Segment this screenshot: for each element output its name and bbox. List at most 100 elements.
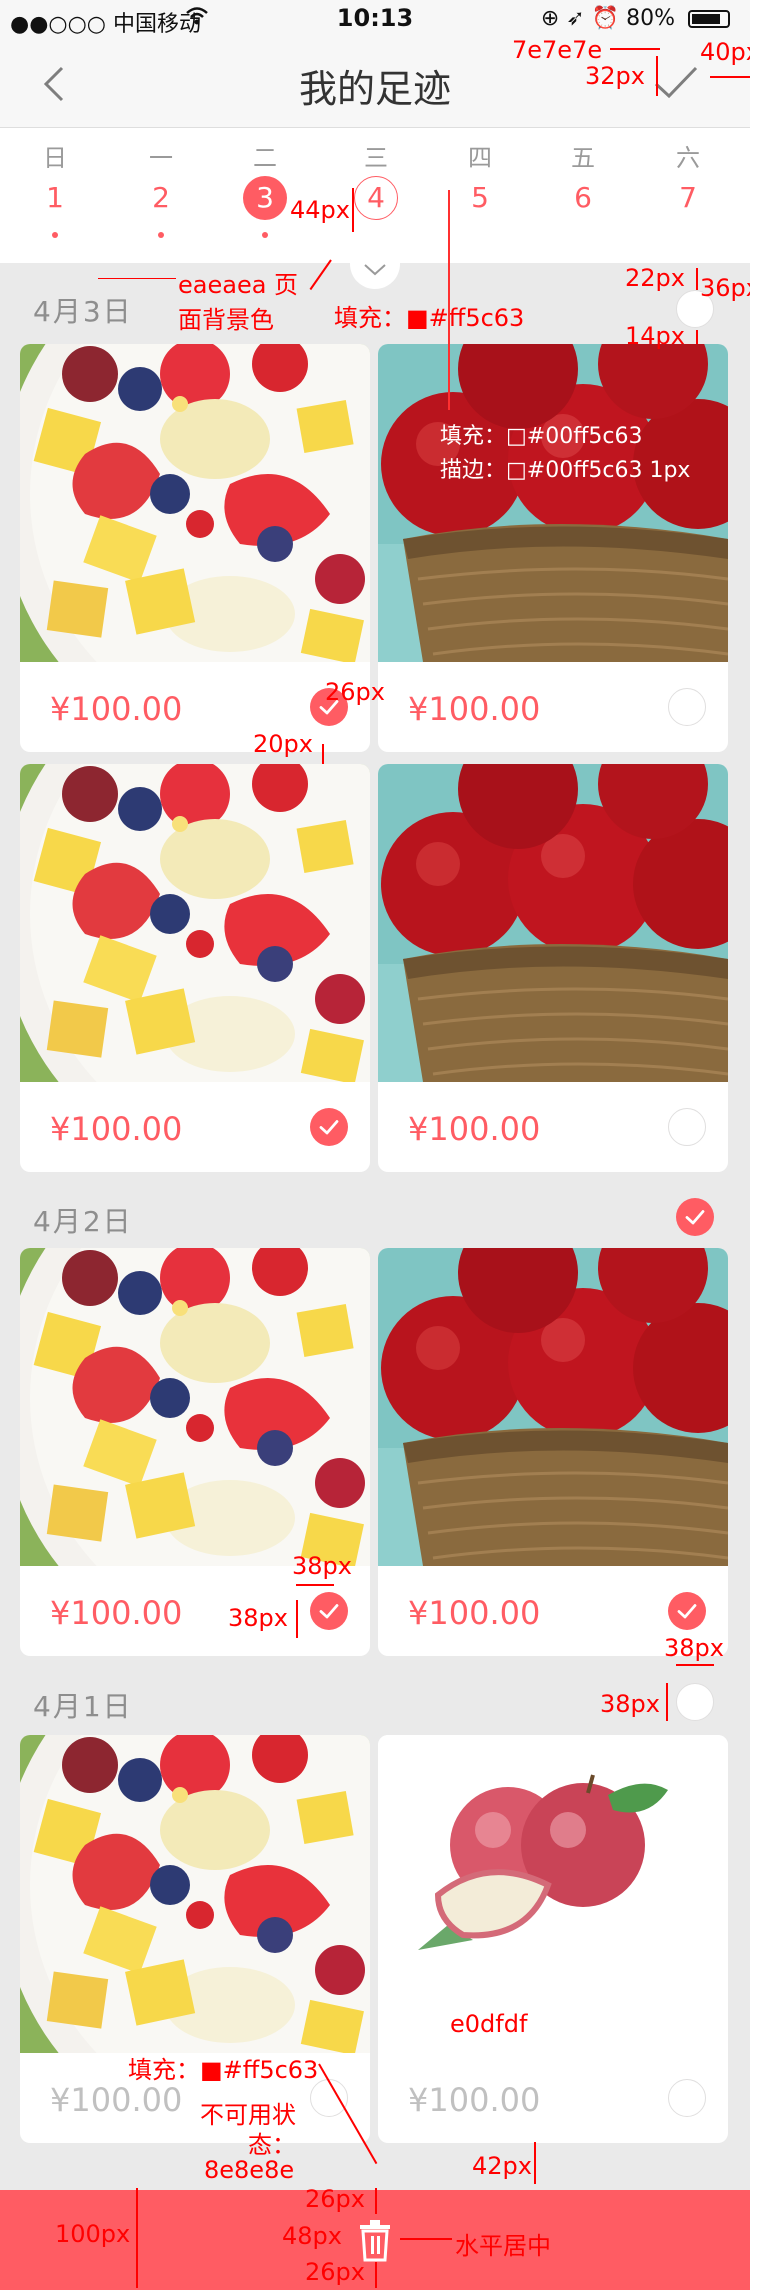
date-label: 5 bbox=[471, 181, 489, 214]
annotation-size: 32px bbox=[585, 62, 645, 90]
product-card[interactable]: ¥100.00 bbox=[20, 344, 370, 752]
day-7[interactable]: 六 7 bbox=[658, 138, 718, 220]
date-label: 1 bbox=[46, 181, 64, 214]
weekday-label: 一 bbox=[149, 144, 173, 172]
day-5[interactable]: 四 5 bbox=[450, 138, 510, 220]
annotation-border-color: e0dfdf bbox=[450, 2010, 528, 2038]
annotation-line bbox=[666, 1683, 668, 1721]
date-label: 6 bbox=[574, 181, 592, 214]
annotation-size: 38px bbox=[292, 1552, 352, 1580]
weekday-label: 日 bbox=[43, 144, 67, 172]
annotation-fill-color: 填充：■#ff5c63 bbox=[334, 304, 525, 332]
annotation-size: 40px bbox=[700, 38, 750, 66]
product-price: ¥100.00 bbox=[50, 690, 183, 728]
apple-illustration-image bbox=[378, 1735, 728, 2053]
annotation-line bbox=[696, 330, 698, 344]
date-label: 2 bbox=[152, 181, 170, 214]
apple-basket-image bbox=[378, 344, 728, 662]
product-price: ¥100.00 bbox=[408, 1594, 541, 1632]
annotation-line bbox=[610, 48, 660, 50]
product-card[interactable]: ¥100.00 bbox=[378, 1248, 728, 1656]
fruit-salad-image bbox=[20, 1735, 370, 2053]
annotation-size: 14px bbox=[625, 322, 685, 350]
product-price: ¥100.00 bbox=[50, 1594, 183, 1632]
delete-button[interactable] bbox=[351, 2216, 399, 2264]
weekday-label: 二 bbox=[253, 144, 277, 172]
battery-icon bbox=[688, 10, 730, 28]
annotation-line bbox=[309, 259, 332, 291]
edit-done-button[interactable] bbox=[652, 62, 700, 102]
annotation-line bbox=[534, 2142, 536, 2184]
day-2[interactable]: 一 2 bbox=[131, 138, 191, 238]
annotation-size: 38px bbox=[664, 1634, 724, 1662]
product-price: ¥100.00 bbox=[408, 690, 541, 728]
product-card[interactable]: ¥100.00 bbox=[20, 1248, 370, 1656]
annotation-size: 38px bbox=[600, 1690, 660, 1718]
select-checkbox[interactable] bbox=[668, 1108, 706, 1146]
right-margin bbox=[750, 0, 765, 2290]
week-calendar: 日 1 一 2 二 3 三 4 四 5 五 6 六 7 bbox=[0, 128, 750, 263]
weekday-label: 三 bbox=[364, 144, 388, 172]
annotation-nav-icon-color: 7e7e7e bbox=[512, 36, 603, 64]
battery-percent: 80% bbox=[626, 6, 675, 31]
check-icon bbox=[654, 66, 698, 99]
annotation-line bbox=[448, 190, 450, 410]
annotation-fill-note: 填充：□#00ff5c63 bbox=[440, 424, 643, 449]
annotation-line bbox=[352, 188, 354, 232]
annotation-line bbox=[696, 268, 698, 290]
day-6[interactable]: 五 6 bbox=[553, 138, 613, 220]
section-date-label: 4月3日 bbox=[33, 295, 133, 328]
annotation-line bbox=[400, 2238, 452, 2240]
annotation-size: 26px bbox=[325, 678, 385, 706]
product-price-disabled: ¥100.00 bbox=[50, 2081, 183, 2119]
apple-basket-image bbox=[378, 1248, 728, 1566]
apple-basket-image bbox=[378, 764, 728, 1082]
has-record-dot bbox=[262, 232, 268, 238]
day-4[interactable]: 三 4 bbox=[346, 138, 406, 220]
select-all-day-checkbox[interactable] bbox=[676, 1683, 714, 1721]
annotation-bg-note: eaeaea 页 bbox=[178, 271, 299, 299]
select-all-day-checkbox-checked[interactable] bbox=[676, 1198, 714, 1236]
weekday-label: 五 bbox=[571, 144, 595, 172]
annotation-stroke-note: 描边：□#00ff5c63 1px bbox=[440, 458, 691, 483]
product-card[interactable]: ¥100.00 bbox=[20, 764, 370, 1172]
select-checkbox-checked[interactable] bbox=[310, 1108, 348, 1146]
location-icon: ➶ bbox=[566, 6, 585, 31]
annotation-size: 48px bbox=[282, 2222, 342, 2250]
annotation-line bbox=[98, 278, 176, 279]
annotation-bg-note: 面背景色 bbox=[178, 306, 274, 334]
product-card[interactable]: ¥100.00 bbox=[378, 764, 728, 1172]
annotation-size: 26px bbox=[305, 2258, 365, 2286]
annotation-size: 26px bbox=[305, 2185, 365, 2213]
annotation-line bbox=[656, 56, 658, 96]
section-date-label: 4月2日 bbox=[33, 1205, 133, 1238]
annotation-size: 38px bbox=[228, 1604, 288, 1632]
select-checkbox-checked[interactable] bbox=[668, 1592, 706, 1630]
annotation-size: 100px bbox=[55, 2220, 131, 2248]
weekday-label: 四 bbox=[468, 144, 492, 172]
day-3[interactable]: 二 3 bbox=[235, 138, 295, 238]
check-icon bbox=[668, 1592, 706, 1630]
section-date-label: 4月1日 bbox=[33, 1690, 133, 1723]
annotation-line bbox=[322, 744, 324, 764]
expand-calendar-button[interactable] bbox=[350, 253, 400, 289]
date-label: 7 bbox=[679, 181, 697, 214]
date-label-today: 4 bbox=[354, 176, 398, 220]
annotation-disabled-note: 8e8e8e bbox=[204, 2156, 295, 2184]
annotation-line bbox=[296, 1600, 298, 1638]
day-1[interactable]: 日 1 bbox=[25, 138, 85, 238]
annotation-line bbox=[296, 1584, 334, 1586]
product-card[interactable]: ¥100.00 bbox=[378, 344, 728, 752]
annotation-line bbox=[676, 1664, 714, 1666]
select-checkbox-checked[interactable] bbox=[310, 1592, 348, 1630]
battery-status: ⊕ ➶ ⏰ 80% bbox=[541, 6, 730, 31]
trash-icon bbox=[360, 2220, 390, 2262]
product-price-disabled: ¥100.00 bbox=[408, 2081, 541, 2119]
annotation-size: 42px bbox=[472, 2152, 532, 2180]
product-card[interactable]: ¥100.00 bbox=[378, 1735, 728, 2143]
has-record-dot bbox=[52, 232, 58, 238]
app: ●●○○○ 中国移动 10:13 ⊕ ➶ ⏰ 80% 我的足迹 日 1 一 2 … bbox=[0, 0, 750, 2290]
select-checkbox[interactable] bbox=[668, 688, 706, 726]
annotation-fill-color: 填充：■#ff5c63 bbox=[128, 2056, 319, 2084]
has-record-dot bbox=[158, 232, 164, 238]
